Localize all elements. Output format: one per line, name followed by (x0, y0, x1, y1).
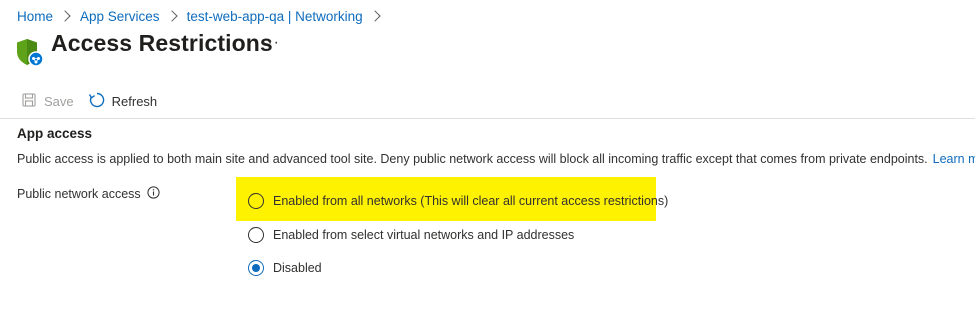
refresh-label: Refresh (111, 93, 158, 109)
save-button[interactable]: Save (22, 92, 74, 110)
chevron-right-icon (165, 10, 178, 22)
radio-option-disabled[interactable]: Disabled (248, 260, 322, 276)
chevron-right-icon (59, 10, 71, 22)
radio-button-selected[interactable] (248, 260, 264, 276)
command-bar: Save Refresh (22, 90, 157, 112)
description-text: Public access is applied to both main si… (17, 152, 928, 166)
breadcrumb-app-services[interactable]: App Services (80, 9, 160, 24)
section-title: App access (17, 126, 93, 141)
more-options-button[interactable]: ··· (261, 34, 280, 52)
radio-label: Enabled from all networks (This will cle… (273, 194, 669, 208)
info-icon[interactable] (147, 186, 160, 202)
radio-dot (252, 264, 260, 272)
refresh-icon (88, 91, 106, 112)
radio-button[interactable] (248, 227, 264, 243)
learn-more-link[interactable]: Learn more (933, 152, 975, 166)
refresh-button[interactable]: Refresh (88, 91, 158, 112)
save-label: Save (44, 93, 74, 109)
shield-network-icon (15, 38, 45, 68)
section-description: Public access is applied to both main si… (17, 152, 975, 166)
field-label-text: Public network access (17, 187, 141, 201)
chevron-right-icon (368, 10, 381, 22)
radio-label: Enabled from select virtual networks and… (273, 228, 575, 242)
breadcrumb-home[interactable]: Home (17, 9, 53, 24)
save-icon (22, 92, 36, 110)
breadcrumb: Home App Services test-web-app-qa | Netw… (17, 6, 390, 26)
radio-label: Disabled (273, 261, 322, 275)
radio-option-all-networks[interactable]: Enabled from all networks (This will cle… (248, 193, 668, 209)
toolbar-divider (0, 118, 975, 119)
radio-option-select-networks[interactable]: Enabled from select virtual networks and… (248, 227, 574, 243)
page-title: Access Restrictions (51, 30, 273, 56)
radio-button[interactable] (248, 193, 264, 209)
breadcrumb-networking[interactable]: test-web-app-qa | Networking (187, 9, 363, 24)
learn-more-label: Learn more (932, 152, 975, 166)
public-network-access-label: Public network access (17, 186, 160, 202)
